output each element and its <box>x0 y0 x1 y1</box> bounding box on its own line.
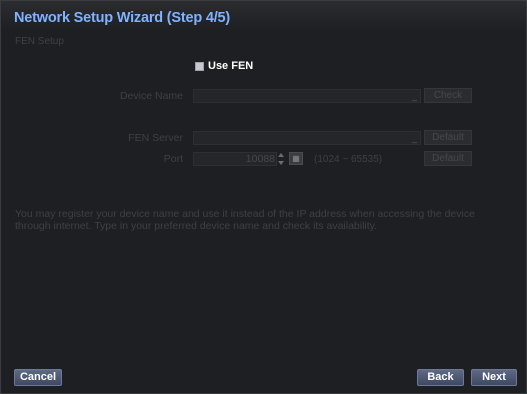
use-fen-toggle[interactable]: Use FEN <box>195 60 253 72</box>
port-default-button[interactable]: Default <box>424 151 472 166</box>
back-button[interactable]: Back <box>417 369 464 386</box>
fen-server-default-button[interactable]: Default <box>424 130 472 145</box>
check-button[interactable]: Check <box>424 88 472 103</box>
use-fen-label: Use FEN <box>208 60 254 72</box>
use-fen-checkbox[interactable] <box>195 61 204 71</box>
spin-up-icon[interactable] <box>278 153 284 157</box>
cancel-button[interactable]: Cancel <box>14 369 62 386</box>
next-button[interactable]: Next <box>471 369 517 386</box>
wizard-dialog: Network Setup Wizard (Step 4/5) FEN Setu… <box>0 0 527 394</box>
spin-down-icon[interactable] <box>278 161 284 165</box>
fen-server-label: FEN Server <box>128 132 183 144</box>
edit-icon: _ <box>411 133 417 143</box>
keyboard-icon[interactable]: ▦ <box>289 152 303 165</box>
device-name-field[interactable]: _ <box>193 89 421 103</box>
port-range: (1024 ~ 65535) <box>314 154 383 165</box>
port-value: 10088 <box>245 153 275 165</box>
section-title: FEN Setup <box>15 36 64 47</box>
dialog-title: Network Setup Wizard (Step 4/5) <box>14 10 231 26</box>
port-label: Port <box>163 153 183 165</box>
edit-icon: _ <box>411 91 417 101</box>
description-text: You may register your device name and us… <box>15 208 475 232</box>
device-name-label: Device Name <box>119 90 183 102</box>
port-spinner[interactable] <box>278 152 286 166</box>
fen-server-field[interactable]: _ <box>193 131 421 145</box>
